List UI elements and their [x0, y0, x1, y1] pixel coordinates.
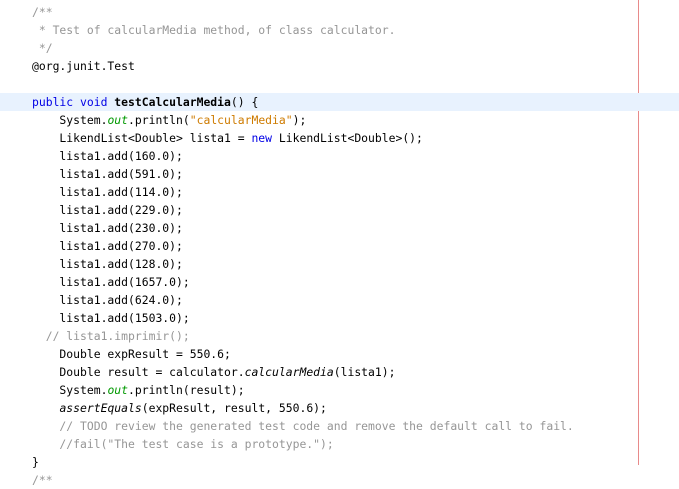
code-line[interactable]: lista1.add(128.0);	[0, 255, 679, 273]
code-line-text: lista1.add(270.0);	[32, 237, 183, 255]
code-line-text: }	[32, 453, 39, 471]
code-line-text: System.out.println("calcularMedia");	[32, 111, 306, 129]
code-token: );	[292, 113, 307, 127]
code-token: (expResult, result, 550.6);	[141, 401, 327, 415]
code-token: lista1.add(591.0);	[32, 167, 183, 181]
code-editor[interactable]: /** * Test of calcularMedia method, of c…	[0, 0, 679, 487]
code-line[interactable]: LikendList<Double> lista1 = new LikendLi…	[0, 129, 679, 147]
code-line[interactable]: lista1.add(1503.0);	[0, 309, 679, 327]
code-line[interactable]: public void testCalcularMedia() {	[0, 93, 679, 111]
code-line[interactable]: }	[0, 453, 679, 471]
code-line[interactable]: /**	[0, 3, 679, 21]
code-token: assertEquals	[59, 401, 142, 415]
code-token: public void	[32, 95, 115, 109]
code-line-text: assertEquals(expResult, result, 550.6);	[32, 399, 327, 417]
code-line-text: lista1.add(114.0);	[32, 183, 183, 201]
code-line-text: public void testCalcularMedia() {	[32, 93, 258, 111]
code-line-text: lista1.add(160.0);	[32, 147, 183, 165]
code-line-text: //fail("The test case is a prototype.");	[32, 435, 334, 453]
code-token: @org.junit.Test	[32, 59, 135, 73]
code-line[interactable]: @org.junit.Test	[0, 57, 679, 75]
code-line[interactable]: assertEquals(expResult, result, 550.6);	[0, 399, 679, 417]
code-line-text: /**	[32, 471, 53, 489]
code-line[interactable]	[0, 75, 679, 93]
code-token: lista1.add(230.0);	[32, 221, 183, 235]
code-line[interactable]: System.out.println("calcularMedia");	[0, 111, 679, 129]
code-token: System.	[32, 113, 108, 127]
code-token: * Test of calcularMedia method, of class…	[32, 23, 396, 37]
code-token: Double expResult = 550.6;	[32, 347, 231, 361]
code-token: out	[107, 383, 129, 397]
code-token: }	[32, 455, 39, 469]
code-line-text: lista1.add(128.0);	[32, 255, 183, 273]
code-line-text: // lista1.imprimir();	[32, 327, 190, 345]
code-token: lista1.add(1503.0);	[32, 311, 190, 325]
code-token: () {	[230, 95, 259, 109]
code-token: lista1.add(160.0);	[32, 149, 183, 163]
code-line[interactable]: Double result = calculator.calcularMedia…	[0, 363, 679, 381]
code-token: //fail("The test case is a prototype.");	[32, 437, 334, 451]
code-token: lista1.add(229.0);	[32, 203, 183, 217]
code-line[interactable]: lista1.add(624.0);	[0, 291, 679, 309]
code-token: System.	[32, 383, 108, 397]
code-token: lista1.add(114.0);	[32, 185, 183, 199]
code-line[interactable]: Double expResult = 550.6;	[0, 345, 679, 363]
code-line-text: lista1.add(229.0);	[32, 201, 183, 219]
code-line-text: LikendList<Double> lista1 = new LikendLi…	[32, 129, 423, 147]
code-line-text: lista1.add(1503.0);	[32, 309, 190, 327]
code-token: lista1.add(128.0);	[32, 257, 183, 271]
code-line-text: /**	[32, 3, 53, 21]
code-line-text: @org.junit.Test	[32, 57, 135, 75]
code-line-text: Double expResult = 550.6;	[32, 345, 231, 363]
code-token: /**	[32, 473, 53, 487]
code-line[interactable]: */	[0, 39, 679, 57]
code-line[interactable]: lista1.add(230.0);	[0, 219, 679, 237]
code-token: // TODO review the generated test code a…	[32, 419, 574, 433]
code-token: "calcularMedia"	[189, 113, 293, 127]
code-line-text: lista1.add(591.0);	[32, 165, 183, 183]
code-line-text: lista1.add(230.0);	[32, 219, 183, 237]
code-line-text: * Test of calcularMedia method, of class…	[32, 21, 396, 39]
code-line[interactable]: lista1.add(229.0);	[0, 201, 679, 219]
code-token: */	[32, 41, 53, 55]
code-line[interactable]: //fail("The test case is a prototype.");	[0, 435, 679, 453]
code-token: out	[107, 113, 129, 127]
code-token: LikendList<Double>();	[272, 131, 423, 145]
code-line[interactable]: // lista1.imprimir();	[0, 327, 679, 345]
code-line[interactable]: lista1.add(114.0);	[0, 183, 679, 201]
code-token: /**	[32, 5, 53, 19]
code-token: // lista1.imprimir();	[32, 329, 190, 343]
code-line[interactable]: lista1.add(1657.0);	[0, 273, 679, 291]
code-line[interactable]: lista1.add(591.0);	[0, 165, 679, 183]
code-line-text: // TODO review the generated test code a…	[32, 417, 574, 435]
code-token: calcularMedia	[244, 365, 334, 379]
code-line[interactable]: lista1.add(160.0);	[0, 147, 679, 165]
code-token: lista1.add(1657.0);	[32, 275, 190, 289]
code-line[interactable]: System.out.println(result);	[0, 381, 679, 399]
code-line-text: Double result = calculator.calcularMedia…	[32, 363, 395, 381]
code-token: LikendList<Double> lista1 =	[32, 131, 252, 145]
code-token: Double result = calculator.	[32, 365, 245, 379]
code-token: .println(	[128, 113, 190, 127]
code-token: .println(result);	[128, 383, 245, 397]
code-token: lista1.add(624.0);	[32, 293, 183, 307]
code-line[interactable]: * Test of calcularMedia method, of class…	[0, 21, 679, 39]
code-line[interactable]: // TODO review the generated test code a…	[0, 417, 679, 435]
code-line-text: lista1.add(624.0);	[32, 291, 183, 309]
code-token: new	[251, 131, 273, 145]
code-token: testCalcularMedia	[114, 95, 231, 109]
code-line-text: */	[32, 39, 53, 57]
code-token: lista1.add(270.0);	[32, 239, 183, 253]
code-line-text: lista1.add(1657.0);	[32, 273, 190, 291]
code-token: (lista1);	[333, 365, 396, 379]
code-line-text: System.out.println(result);	[32, 381, 245, 399]
code-line[interactable]: lista1.add(270.0);	[0, 237, 679, 255]
code-line[interactable]: /**	[0, 471, 679, 489]
